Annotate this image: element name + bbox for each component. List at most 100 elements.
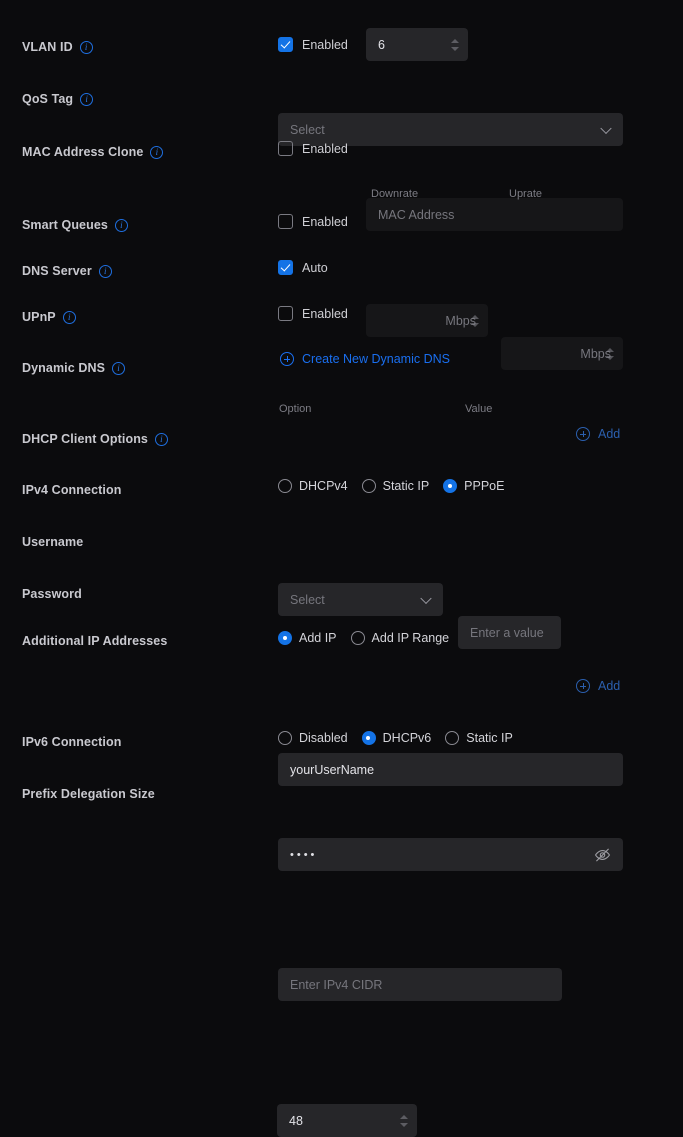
ipv4-connection-radio-group[interactable]: DHCPv4 Static IP PPPoE <box>278 479 504 493</box>
smart-queues-label-text: Smart Queues <box>22 218 108 232</box>
radio-dot[interactable] <box>445 731 460 745</box>
checkbox-label: Enabled <box>302 37 348 52</box>
plus-circle-icon <box>576 679 590 693</box>
row-password: Password <box>0 583 683 605</box>
radio-add-ip[interactable]: Add IP <box>278 631 337 645</box>
radio-label: PPPoE <box>464 479 505 493</box>
label-ipv4-connection: IPv4 Connection <box>22 483 121 497</box>
upnp-enabled-checkbox[interactable]: Enabled <box>278 306 348 321</box>
radio-label: DHCPv4 <box>299 479 348 493</box>
checkbox-box[interactable] <box>278 37 293 52</box>
create-new-dynamic-dns-link[interactable]: Create New Dynamic DNS <box>280 352 450 366</box>
info-circle-icon[interactable]: i <box>62 310 76 324</box>
stepper-arrows-icon[interactable] <box>451 38 459 51</box>
checkbox-box[interactable] <box>278 214 293 229</box>
checkbox-label: Enabled <box>302 141 348 156</box>
prefix-delegation-size-value: 48 <box>289 1113 303 1128</box>
qos-tag-selected-value: Select <box>290 122 325 137</box>
radio-dot[interactable] <box>278 731 292 745</box>
row-prefix-delegation-size: Prefix Delegation Size <box>0 783 683 805</box>
vlan-id-enabled-checkbox[interactable]: Enabled <box>278 37 348 52</box>
info-circle-icon[interactable]: i <box>112 361 126 375</box>
info-circle-icon[interactable]: i <box>79 40 93 54</box>
radio-dot[interactable] <box>278 631 292 645</box>
label-mac-address-clone: MAC Address Clone i <box>22 145 164 159</box>
vlan-id-number-input[interactable]: 6 <box>366 28 468 61</box>
row-qos-tag: QoS Tag i <box>0 88 683 110</box>
prefix-delegation-size-input[interactable]: 48 <box>277 1104 417 1137</box>
radio-pppoe[interactable]: PPPoE <box>443 479 504 493</box>
radio-ipv6-static-ip[interactable]: Static IP <box>445 731 513 745</box>
label-ipv6-connection: IPv6 Connection <box>22 735 121 749</box>
username-label-text: Username <box>22 535 84 549</box>
dns-server-label-text: DNS Server <box>22 264 92 278</box>
label-prefix-delegation-size: Prefix Delegation Size <box>22 787 155 801</box>
label-qos-tag: QoS Tag i <box>22 92 94 106</box>
password-value: •••• <box>290 848 318 861</box>
label-dynamic-dns: Dynamic DNS i <box>22 361 126 375</box>
checkbox-box[interactable] <box>278 260 293 275</box>
label-additional-ip-addresses: Additional IP Addresses <box>22 634 167 648</box>
smart-queues-enabled-checkbox[interactable]: Enabled <box>278 214 348 229</box>
username-value: yourUserName <box>290 762 375 777</box>
radio-dhcpv4[interactable]: DHCPv4 <box>278 479 348 493</box>
create-new-dynamic-dns-label: Create New Dynamic DNS <box>302 352 450 366</box>
downrate-caption: Downrate <box>371 188 419 200</box>
radio-dot[interactable] <box>361 731 376 745</box>
radio-add-ip-range[interactable]: Add IP Range <box>350 631 449 645</box>
checkbox-box[interactable] <box>278 306 293 321</box>
additional-ip-add-button[interactable]: Add <box>576 679 620 693</box>
prefix-delegation-size-label-text: Prefix Delegation Size <box>22 787 155 801</box>
stepper-arrows-icon[interactable] <box>400 1114 408 1127</box>
info-circle-icon[interactable]: i <box>114 218 128 232</box>
info-circle-icon[interactable]: i <box>150 145 164 159</box>
label-vlan-id: VLAN ID i <box>22 40 93 54</box>
info-circle-icon[interactable]: i <box>154 432 168 446</box>
additional-ip-add-label: Add <box>598 679 621 693</box>
password-label-text: Password <box>22 587 82 601</box>
radio-dot[interactable] <box>350 631 365 645</box>
dhcp-add-option-button[interactable]: Add <box>576 427 620 441</box>
qos-tag-label-text: QoS Tag <box>22 92 74 106</box>
radio-label: Static IP <box>382 479 430 493</box>
eye-off-icon[interactable] <box>594 846 611 863</box>
dns-server-auto-checkbox[interactable]: Auto <box>278 260 328 275</box>
checkbox-label: Enabled <box>302 306 348 321</box>
chevron-down-icon[interactable] <box>600 122 612 134</box>
dhcp-client-options-label-text: DHCP Client Options <box>22 432 148 446</box>
ipv4-cidr-placeholder: Enter IPv4 CIDR <box>290 977 383 992</box>
dhcp-add-label: Add <box>598 427 621 441</box>
upnp-label-text: UPnP <box>22 310 56 324</box>
info-circle-icon[interactable]: i <box>98 264 112 278</box>
radio-dhcpv6[interactable]: DHCPv6 <box>361 731 431 745</box>
radio-label: Static IP <box>466 731 513 745</box>
ipv6-connection-radio-group[interactable]: Disabled DHCPv6 Static IP <box>278 731 513 745</box>
ipv6-connection-label-text: IPv6 Connection <box>22 735 122 749</box>
vlan-id-label-text: VLAN ID <box>22 40 73 54</box>
radio-static-ip[interactable]: Static IP <box>361 479 430 493</box>
mac-address-clone-label-text: MAC Address Clone <box>22 145 144 159</box>
radio-dot[interactable] <box>278 479 292 493</box>
password-input[interactable]: •••• <box>278 838 623 871</box>
label-username: Username <box>22 535 83 549</box>
mac-address-clone-enabled-checkbox[interactable]: Enabled <box>278 141 348 156</box>
additional-ip-radio-group[interactable]: Add IP Add IP Range <box>278 631 449 645</box>
radio-disabled[interactable]: Disabled <box>278 731 348 745</box>
plus-circle-icon <box>280 352 294 366</box>
vlan-id-value: 6 <box>378 37 385 52</box>
ipv4-cidr-input[interactable]: Enter IPv4 CIDR <box>278 968 562 1001</box>
plus-circle-icon <box>576 427 590 441</box>
label-upnp: UPnP i <box>22 310 76 324</box>
dynamic-dns-label-text: Dynamic DNS <box>22 361 106 375</box>
row-username: Username <box>0 531 683 553</box>
info-circle-icon[interactable]: i <box>80 92 94 106</box>
value-caption: Value <box>465 403 493 415</box>
label-password: Password <box>22 587 82 601</box>
label-smart-queues: Smart Queues i <box>22 218 128 232</box>
additional-ip-addresses-label-text: Additional IP Addresses <box>22 634 168 648</box>
radio-dot[interactable] <box>443 479 458 493</box>
checkbox-label: Auto <box>302 260 328 275</box>
checkbox-box[interactable] <box>278 141 293 156</box>
username-input[interactable]: yourUserName <box>278 753 623 786</box>
radio-dot[interactable] <box>361 479 376 493</box>
